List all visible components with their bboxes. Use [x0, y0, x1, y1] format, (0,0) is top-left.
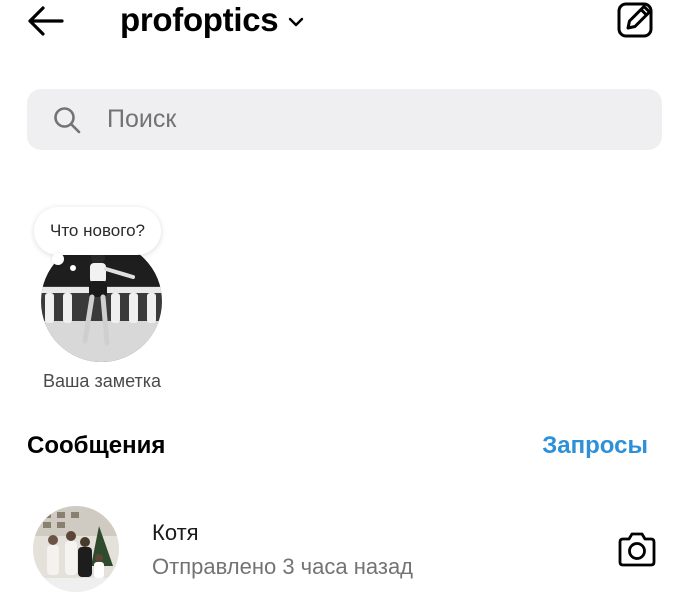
- camera-button[interactable]: [615, 530, 659, 570]
- conversation-status: Отправлено 3 часа назад: [152, 554, 414, 579]
- note-label: Ваша заметка: [42, 371, 162, 391]
- search-bar[interactable]: [27, 89, 662, 150]
- search-input[interactable]: [107, 89, 627, 150]
- search-icon: [54, 107, 81, 134]
- avatar[interactable]: [33, 506, 119, 592]
- note-bubble-text: Что нового?: [50, 221, 145, 240]
- note-bubble-tail: [52, 253, 64, 265]
- chevron-down-icon: [289, 17, 304, 27]
- account-switcher[interactable]: profoptics: [120, 0, 304, 40]
- arrow-left-icon: [28, 6, 64, 36]
- account-username: profoptics: [120, 1, 279, 38]
- conversation-name: Котя: [152, 520, 199, 545]
- camera-icon: [618, 532, 656, 567]
- note-bubble[interactable]: Что нового?: [34, 207, 161, 255]
- messages-heading: Сообщения: [27, 432, 166, 459]
- note-bubble-tail-small: [70, 265, 76, 271]
- conversation-row[interactable]: Котя Отправлено 3 часа назад: [0, 496, 688, 600]
- family-photo: [33, 506, 119, 592]
- compose-icon: [617, 2, 653, 38]
- requests-link[interactable]: Запросы: [542, 430, 648, 462]
- new-message-button[interactable]: [614, 0, 658, 40]
- back-button[interactable]: [22, 0, 72, 42]
